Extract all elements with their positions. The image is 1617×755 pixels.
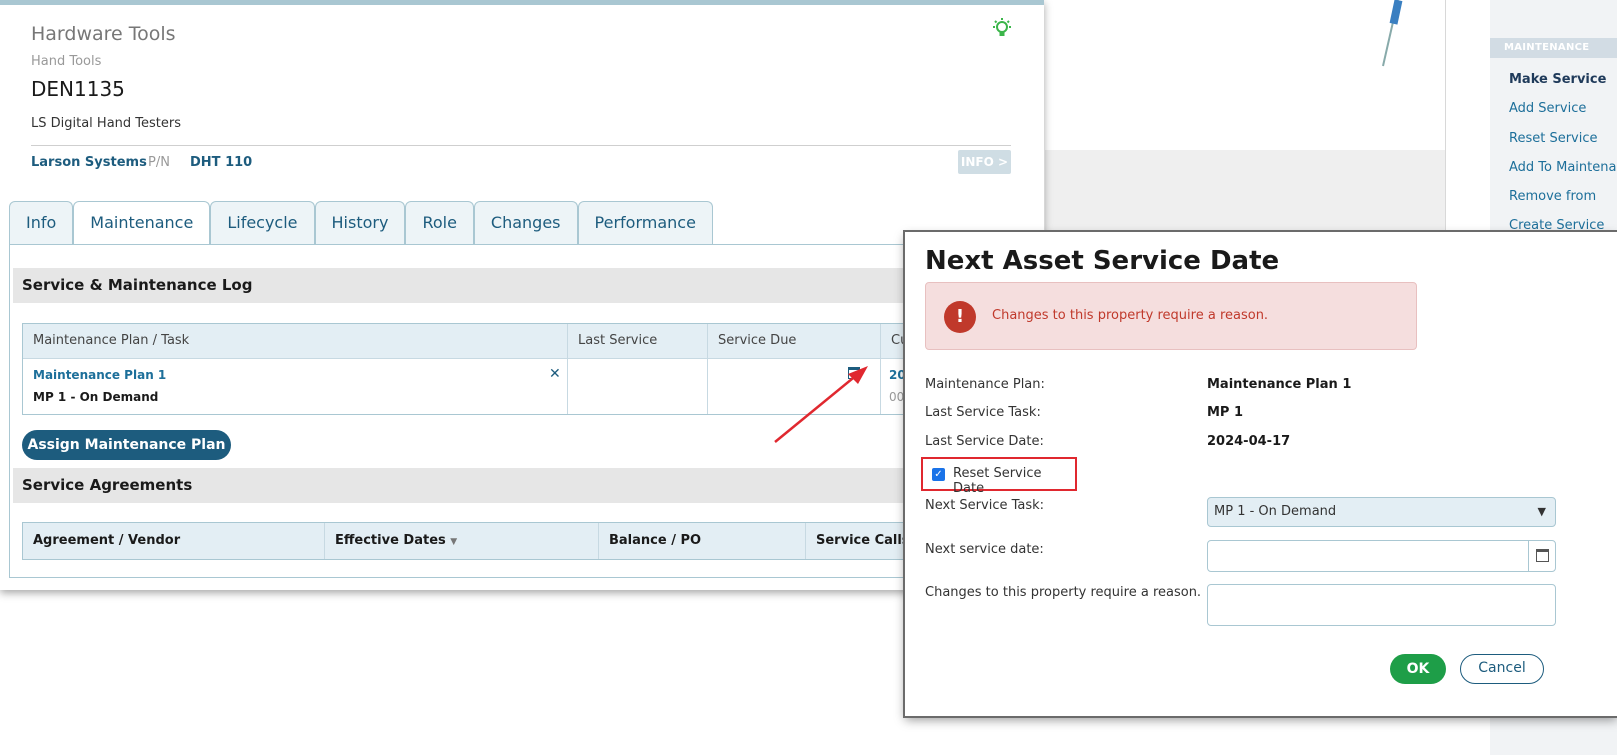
action-add-to-maintenance[interactable]: Add To Maintenance [1509, 160, 1617, 175]
next-service-task-label: Next Service Task: [925, 498, 1045, 513]
column-header: Agreement / Vendor [23, 523, 325, 559]
actions-section-header: MAINTENANCE [1490, 38, 1617, 58]
table-cell-last-service [568, 358, 708, 414]
part-number-label: P/N [148, 155, 170, 170]
table-cell-plan: Maintenance Plan 1 MP 1 - On Demand ✕ [23, 358, 568, 414]
column-header: Service Due [708, 324, 881, 358]
dialog-title: Next Asset Service Date [925, 246, 1280, 276]
next-service-date-label: Next service date: [925, 542, 1044, 557]
part-number-value[interactable]: DHT 110 [190, 155, 252, 170]
current-value[interactable]: 20 [889, 368, 906, 382]
asset-description: LS Digital Hand Testers [31, 116, 182, 131]
last-service-task-label: Last Service Task: [925, 405, 1041, 420]
action-make-service[interactable]: Make Service [1509, 72, 1617, 87]
column-header-label: Effective Dates [335, 533, 446, 548]
action-create-service[interactable]: Create Service [1509, 218, 1617, 233]
reset-service-date-label[interactable]: Reset Service Date [953, 466, 1075, 496]
column-header: Maintenance Plan / Task [23, 324, 568, 358]
reason-textarea[interactable] [1207, 584, 1556, 626]
tool-image [1382, 0, 1403, 67]
remove-plan-icon[interactable]: ✕ [549, 366, 561, 382]
tab-performance[interactable]: Performance [577, 201, 713, 245]
maintenance-plan-value: Maintenance Plan 1 [1207, 377, 1352, 392]
tab-lifecycle[interactable]: Lifecycle [210, 201, 315, 245]
annotation-arrow [774, 366, 868, 443]
maintenance-plan-link[interactable]: Maintenance Plan 1 [33, 368, 166, 382]
last-service-task-value: MP 1 [1207, 405, 1244, 420]
alert-exclamation-icon: ! [944, 301, 976, 333]
next-service-date-input[interactable] [1207, 540, 1556, 572]
tab-history[interactable]: History [314, 201, 406, 245]
action-add-service[interactable]: Add Service [1509, 101, 1617, 116]
maintenance-log-table: Maintenance Plan / Task Last Service Ser… [22, 323, 1032, 415]
alert-text: Changes to this property require a reaso… [992, 308, 1269, 323]
date-picker-button[interactable] [1528, 541, 1555, 571]
assign-maintenance-plan-button[interactable]: Assign Maintenance Plan [22, 430, 231, 460]
tab-maintenance[interactable]: Maintenance [73, 201, 211, 246]
next-service-date-dialog: Next Asset Service Date ! Changes to thi… [905, 232, 1617, 716]
maintenance-task: MP 1 - On Demand [33, 390, 159, 404]
column-header: Balance / PO [599, 523, 806, 559]
action-remove-from[interactable]: Remove from [1509, 189, 1617, 204]
alert-box: ! Changes to this property require a rea… [925, 282, 1417, 350]
reason-label: Changes to this property require a reaso… [925, 585, 1202, 600]
ok-button[interactable]: OK [1390, 654, 1446, 684]
action-reset-service[interactable]: Reset Service [1509, 131, 1617, 146]
tab-info[interactable]: Info [9, 201, 74, 245]
reset-service-date-checkbox[interactable]: ✓ [932, 468, 945, 481]
cancel-button[interactable]: Cancel [1460, 654, 1544, 684]
next-service-task-select[interactable]: MP 1 - On Demand ▼ [1207, 497, 1556, 527]
asset-id: DEN1135 [31, 77, 125, 101]
last-service-date-label: Last Service Date: [925, 434, 1044, 449]
last-service-date-value: 2024-04-17 [1207, 434, 1291, 449]
column-header: Last Service [568, 324, 708, 358]
manufacturer-link[interactable]: Larson Systems [31, 155, 147, 170]
divider [31, 145, 1011, 146]
lightbulb-icon[interactable] [990, 17, 1014, 46]
next-service-task-value: MP 1 - On Demand [1214, 504, 1337, 519]
calendar-icon [1536, 549, 1549, 562]
tab-changes[interactable]: Changes [473, 201, 578, 245]
maintenance-log-header: Service & Maintenance Log [13, 268, 1025, 303]
dropdown-arrow-icon: ▼ [1537, 505, 1546, 518]
column-header-sortable[interactable]: Effective Dates ▼ [325, 523, 599, 559]
asset-category: Hardware Tools [31, 23, 176, 45]
info-button[interactable]: INFO > [958, 150, 1011, 174]
reset-service-date-highlight: ✓ Reset Service Date [921, 457, 1077, 496]
service-agreements-header: Service Agreements [13, 468, 1025, 503]
asset-card: Hardware Tools Hand Tools DEN1135 LS Dig… [0, 0, 1044, 590]
maintenance-plan-label: Maintenance Plan: [925, 377, 1045, 392]
service-agreements-table: Agreement / Vendor Effective Dates ▼ Bal… [22, 522, 1032, 560]
tab-role[interactable]: Role [405, 201, 474, 245]
tab-bar: Info Maintenance Lifecycle History Role … [9, 201, 713, 246]
current-sub-value: 00 [889, 390, 905, 404]
sort-down-icon: ▼ [450, 537, 458, 547]
background-divider [1445, 0, 1446, 240]
asset-subcategory: Hand Tools [31, 54, 102, 69]
